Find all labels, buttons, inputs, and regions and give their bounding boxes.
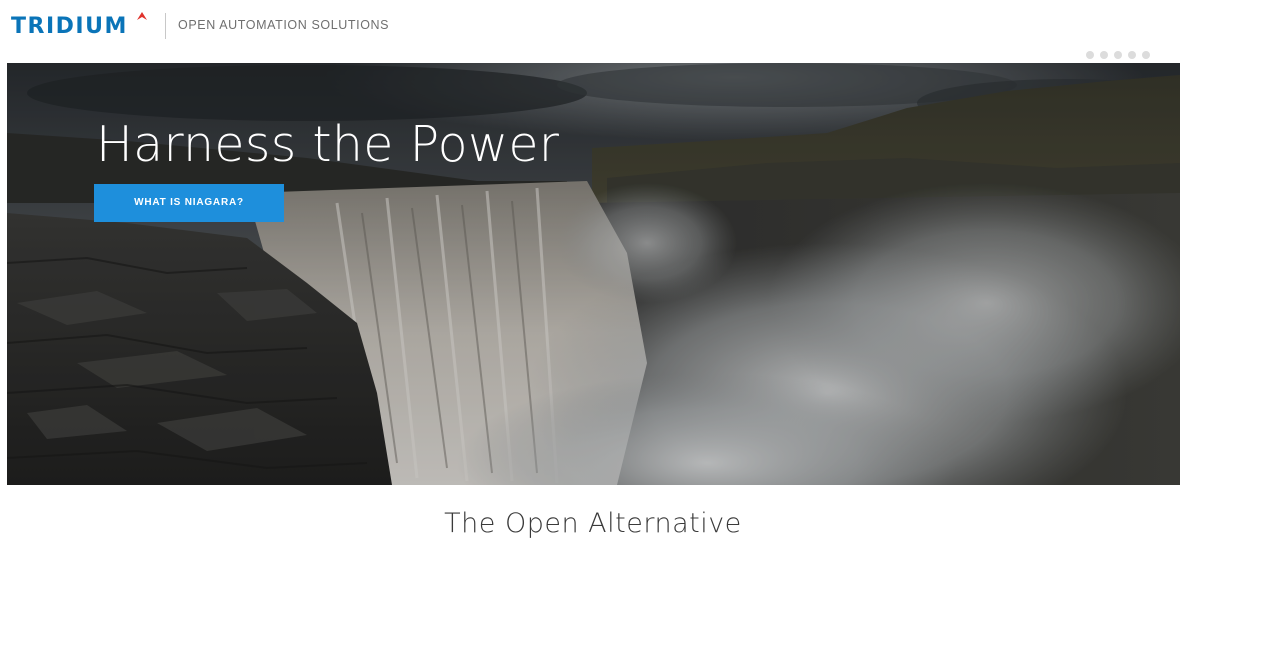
- hero-banner: Harness the Power WHAT IS NIAGARA?: [7, 63, 1180, 485]
- hero-title: Harness the Power: [96, 116, 560, 173]
- header-tagline: OPEN AUTOMATION SOLUTIONS: [178, 18, 390, 32]
- carousel-indicators: [1086, 51, 1150, 59]
- tridium-logo[interactable]: TRIDIUM: [11, 12, 147, 42]
- section-title: The Open Alternative: [444, 508, 742, 539]
- carousel-dot-4[interactable]: [1128, 51, 1136, 59]
- carousel-dot-3[interactable]: [1114, 51, 1122, 59]
- carousel-dot-1[interactable]: [1086, 51, 1094, 59]
- carousel-dot-5[interactable]: [1142, 51, 1150, 59]
- header-divider: [165, 13, 166, 39]
- carousel-dot-2[interactable]: [1100, 51, 1108, 59]
- logo-mark-icon: [137, 12, 147, 20]
- logo-wordmark: TRIDIUM: [11, 14, 128, 39]
- page: TRIDIUM OPEN AUTOMATION SOLUTIONS Harnes…: [0, 0, 1280, 670]
- what-is-niagara-button[interactable]: WHAT IS NIAGARA?: [94, 184, 284, 222]
